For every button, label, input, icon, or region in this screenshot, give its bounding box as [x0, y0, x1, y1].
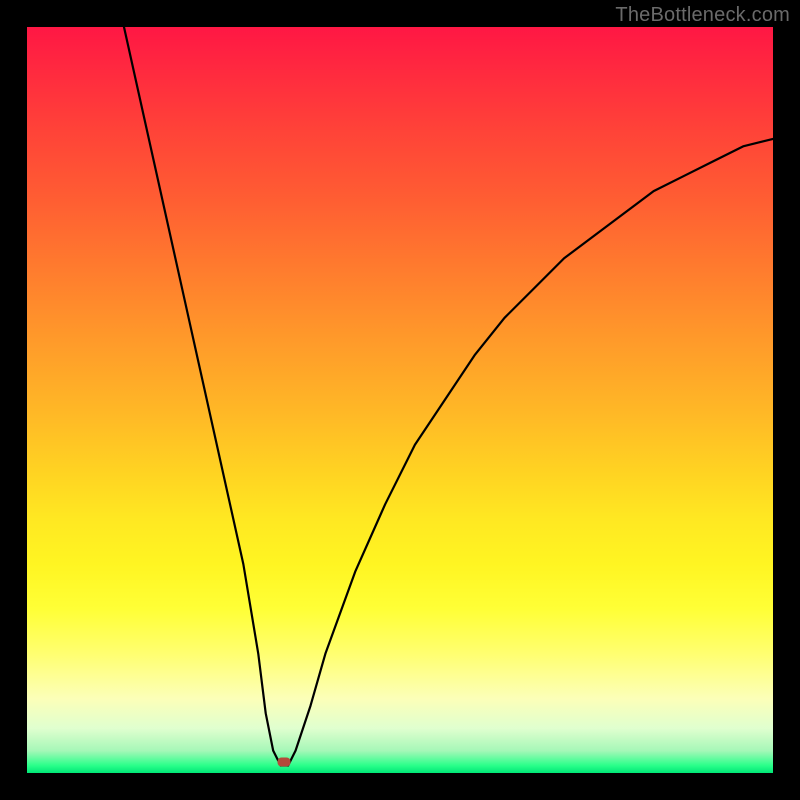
attribution-label: TheBottleneck.com: [615, 4, 790, 27]
chart-frame: TheBottleneck.com: [0, 0, 800, 800]
minimum-marker: [278, 757, 291, 766]
bottleneck-curve: [27, 27, 773, 773]
plot-area: [27, 27, 773, 773]
